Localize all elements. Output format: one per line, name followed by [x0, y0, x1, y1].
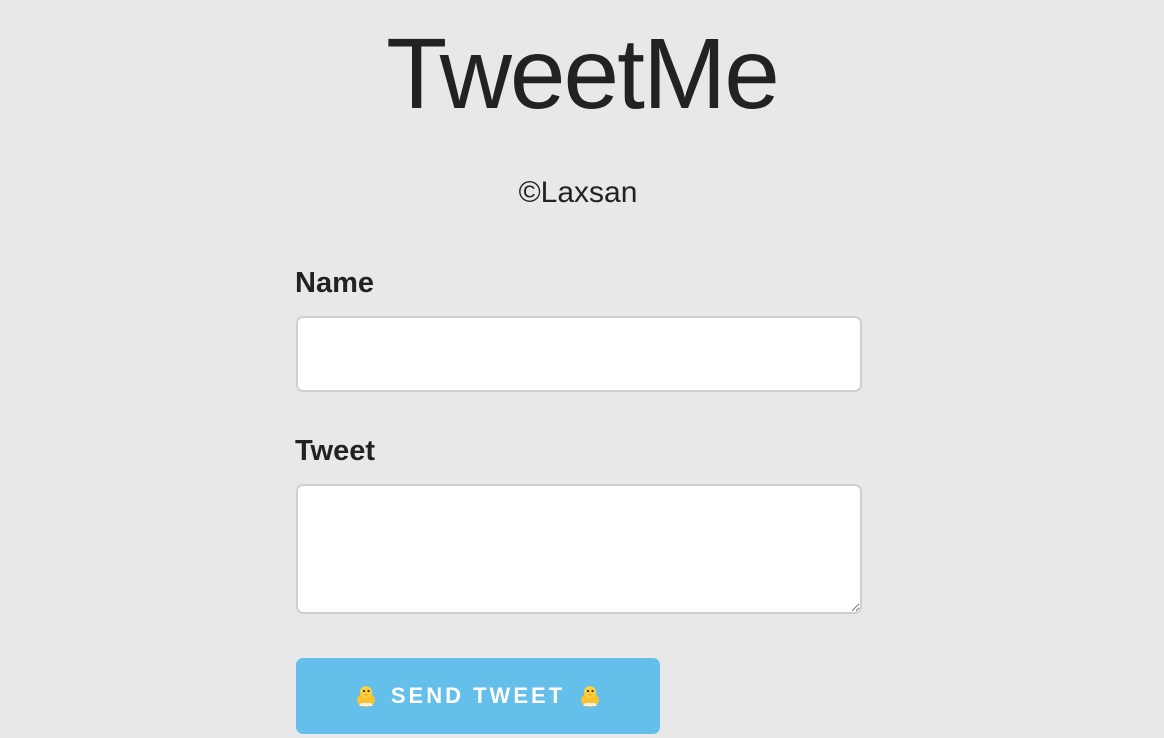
chick-icon [355, 684, 377, 708]
name-input[interactable] [296, 316, 862, 392]
tweet-textarea[interactable] [296, 484, 862, 614]
tweet-label: Tweet [295, 435, 376, 467]
tweet-form: Name Tweet SEND TWEET [295, 262, 862, 734]
app-title: TweetMe [386, 18, 780, 130]
name-label: Name [295, 267, 374, 299]
send-tweet-button[interactable]: SEND TWEET [296, 658, 660, 734]
chick-icon [579, 684, 601, 708]
send-tweet-label: SEND TWEET [390, 683, 566, 708]
copyright-text: ©Laxsan [518, 176, 638, 209]
